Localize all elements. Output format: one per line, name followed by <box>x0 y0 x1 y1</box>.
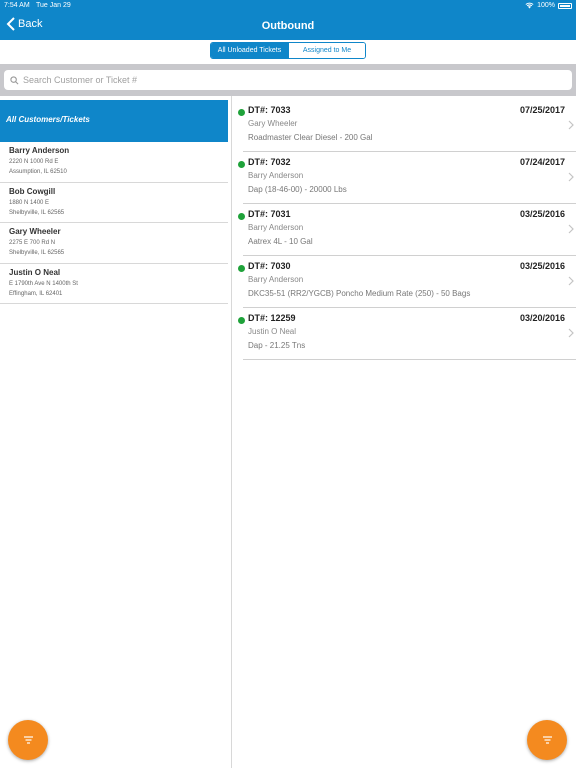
chevron-right-icon <box>568 120 574 130</box>
search-bar <box>0 64 576 96</box>
customer-address-line1: 2220 N 1000 Rd E <box>9 159 59 165</box>
status-dot <box>238 317 245 324</box>
customer-name: Bob Cowgill <box>9 186 56 196</box>
search-icon <box>10 75 19 84</box>
chevron-right-icon <box>568 224 574 234</box>
ticket-filter-segmented-control: All Unloaded Tickets Assigned to Me <box>210 42 366 59</box>
segment-all-unloaded-tickets[interactable]: All Unloaded Tickets <box>211 43 288 58</box>
customer-address-line2: Assumption, IL 62510 <box>9 169 67 175</box>
search-input[interactable] <box>23 75 543 85</box>
status-bar: 7:54 AM Tue Jan 29 100% <box>0 0 576 12</box>
ticket-list: DT#: 7033 07/25/2017 Gary Wheeler Roadma… <box>232 100 576 360</box>
customer-name: Barry Anderson <box>9 146 70 155</box>
ticket-product: Aatrex 4L - 10 Gal <box>248 237 313 246</box>
page-title: Outbound <box>261 20 315 32</box>
filter-icon <box>23 736 33 744</box>
status-day: Tue Jan 29 <box>36 2 71 9</box>
customer-address-line1: E 1790th Ave N 1400th St <box>9 280 78 287</box>
search-field[interactable] <box>4 70 572 90</box>
ticket-customer: Barry Anderson <box>248 223 304 232</box>
status-right: 100% <box>525 2 572 9</box>
battery-icon <box>558 2 572 9</box>
ticket-number: DT#: 7032 <box>248 157 291 167</box>
ticket-number: DT#: 7031 <box>248 209 291 219</box>
segment-bar: All Unloaded Tickets Assigned to Me <box>0 40 576 64</box>
customer-address-line2: Shelbyville, IL 62565 <box>9 209 65 216</box>
filter-icon <box>542 736 552 744</box>
ticket-number: DT#: 7033 <box>248 105 291 115</box>
ticket-row[interactable]: DT#: 7031 03/25/2016 Barry Anderson Aatr… <box>238 204 576 256</box>
customer-address-line2: Effingham, IL 62401 <box>9 290 63 297</box>
status-time: 7:54 AM <box>4 2 30 9</box>
ticket-row[interactable]: DT#: 12259 03/20/2016 Justin O Neal Dap … <box>238 308 576 360</box>
ticket-product: Dap - 21.25 Tns <box>248 341 306 350</box>
ticket-number: DT#: 12259 <box>248 313 296 323</box>
ticket-filter-button[interactable] <box>527 720 567 760</box>
customer-item[interactable]: Barry Anderson 2220 N 1000 Rd E Assumpti… <box>0 142 228 183</box>
ticket-date: 03/25/2016 <box>519 261 565 271</box>
customer-name: Gary Wheeler <box>9 227 61 236</box>
ticket-product: Dap (18-46-00) - 20000 Lbs <box>248 185 347 194</box>
ticket-date: 07/24/2017 <box>519 157 565 167</box>
customer-address-line2: Shelbyville, IL 62565 <box>9 250 65 256</box>
battery-percent: 100% <box>537 2 555 9</box>
chevron-right-icon <box>568 328 574 338</box>
customer-name: Justin O Neal <box>9 267 61 277</box>
customer-sidebar: All Customers/Tickets Barry Anderson 222… <box>0 96 232 768</box>
customer-address-line1: 1880 N 1400 E <box>9 199 50 206</box>
ticket-row[interactable]: DT#: 7030 03/25/2016 Barry Anderson DKC3… <box>238 256 576 308</box>
ticket-number: DT#: 7030 <box>248 261 291 271</box>
customer-item[interactable]: Gary Wheeler 2275 E 700 Rd N Shelbyville… <box>0 223 228 264</box>
ticket-date: 03/20/2016 <box>519 313 565 323</box>
status-dot <box>238 265 245 272</box>
sidebar-filter-button[interactable] <box>8 720 48 760</box>
status-dot <box>238 109 245 116</box>
nav-bar: Back Outbound <box>0 12 576 40</box>
status-dot <box>238 213 245 220</box>
customer-address-line1: 2275 E 700 Rd N <box>9 240 56 246</box>
chevron-right-icon <box>568 276 574 286</box>
ticket-product: Roadmaster Clear Diesel - 200 Gal <box>248 133 373 142</box>
customer-item[interactable]: Bob Cowgill 1880 N 1400 E Shelbyville, I… <box>0 183 228 223</box>
ticket-row[interactable]: DT#: 7033 07/25/2017 Gary Wheeler Roadma… <box>238 100 576 152</box>
ticket-customer: Barry Anderson <box>248 171 304 180</box>
customer-list: Barry Anderson 2220 N 1000 Rd E Assumpti… <box>0 142 228 304</box>
ticket-date: 03/25/2016 <box>519 209 565 219</box>
ticket-customer: Gary Wheeler <box>248 119 298 128</box>
ticket-list-panel: DT#: 7033 07/25/2017 Gary Wheeler Roadma… <box>232 96 576 768</box>
ticket-customer: Barry Anderson <box>248 275 304 284</box>
ticket-customer: Justin O Neal <box>248 327 297 336</box>
ticket-row[interactable]: DT#: 7032 07/24/2017 Barry Anderson Dap … <box>238 152 576 204</box>
customer-item[interactable]: Justin O Neal E 1790th Ave N 1400th St E… <box>0 264 228 304</box>
ticket-date: 07/25/2017 <box>519 105 565 115</box>
chevron-right-icon <box>568 172 574 182</box>
all-customers-tickets-item[interactable]: All Customers/Tickets <box>0 100 228 142</box>
segment-assigned-to-me[interactable]: Assigned to Me <box>288 43 365 58</box>
status-dot <box>238 161 245 168</box>
wifi-icon <box>525 2 534 9</box>
ticket-product: DKC35-51 (RR2/YGCB) Poncho Medium Rate (… <box>248 289 471 298</box>
